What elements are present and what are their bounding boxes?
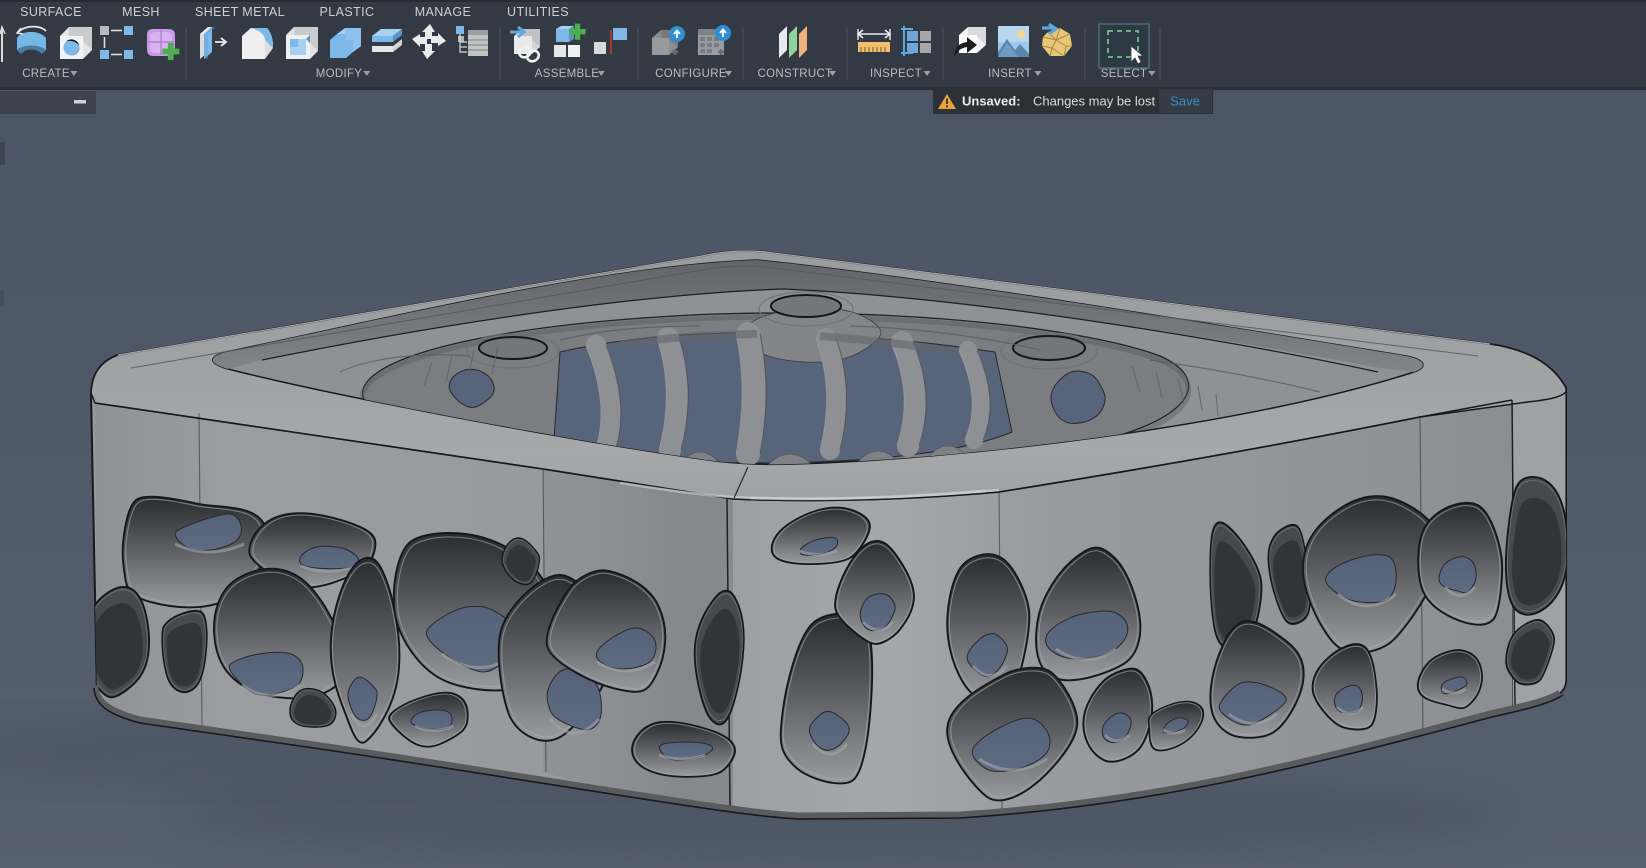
svg-text:Changes may be lost: Changes may be lost bbox=[1033, 94, 1156, 109]
svg-text:SHEET METAL: SHEET METAL bbox=[195, 5, 285, 19]
svg-text:SURFACE: SURFACE bbox=[20, 5, 82, 19]
svg-text:MANAGE: MANAGE bbox=[415, 5, 472, 19]
svg-text:CREATE: CREATE bbox=[22, 68, 70, 80]
svg-text:MODIFY: MODIFY bbox=[316, 68, 363, 80]
svg-text:CONFIGURE: CONFIGURE bbox=[655, 68, 727, 80]
svg-text:Save: Save bbox=[1170, 94, 1200, 109]
svg-text:Unsaved:: Unsaved: bbox=[962, 94, 1021, 109]
svg-text:ASSEMBLE: ASSEMBLE bbox=[535, 68, 599, 80]
svg-text:MESH: MESH bbox=[122, 5, 160, 19]
svg-text:SELECT: SELECT bbox=[1101, 68, 1148, 80]
svg-text:PLASTIC: PLASTIC bbox=[320, 5, 375, 19]
svg-text:UTILITIES: UTILITIES bbox=[507, 5, 569, 19]
svg-text:INSERT: INSERT bbox=[988, 68, 1032, 80]
svg-text:INSPECT: INSPECT bbox=[870, 68, 922, 80]
svg-text:CONSTRUCT: CONSTRUCT bbox=[758, 68, 833, 80]
